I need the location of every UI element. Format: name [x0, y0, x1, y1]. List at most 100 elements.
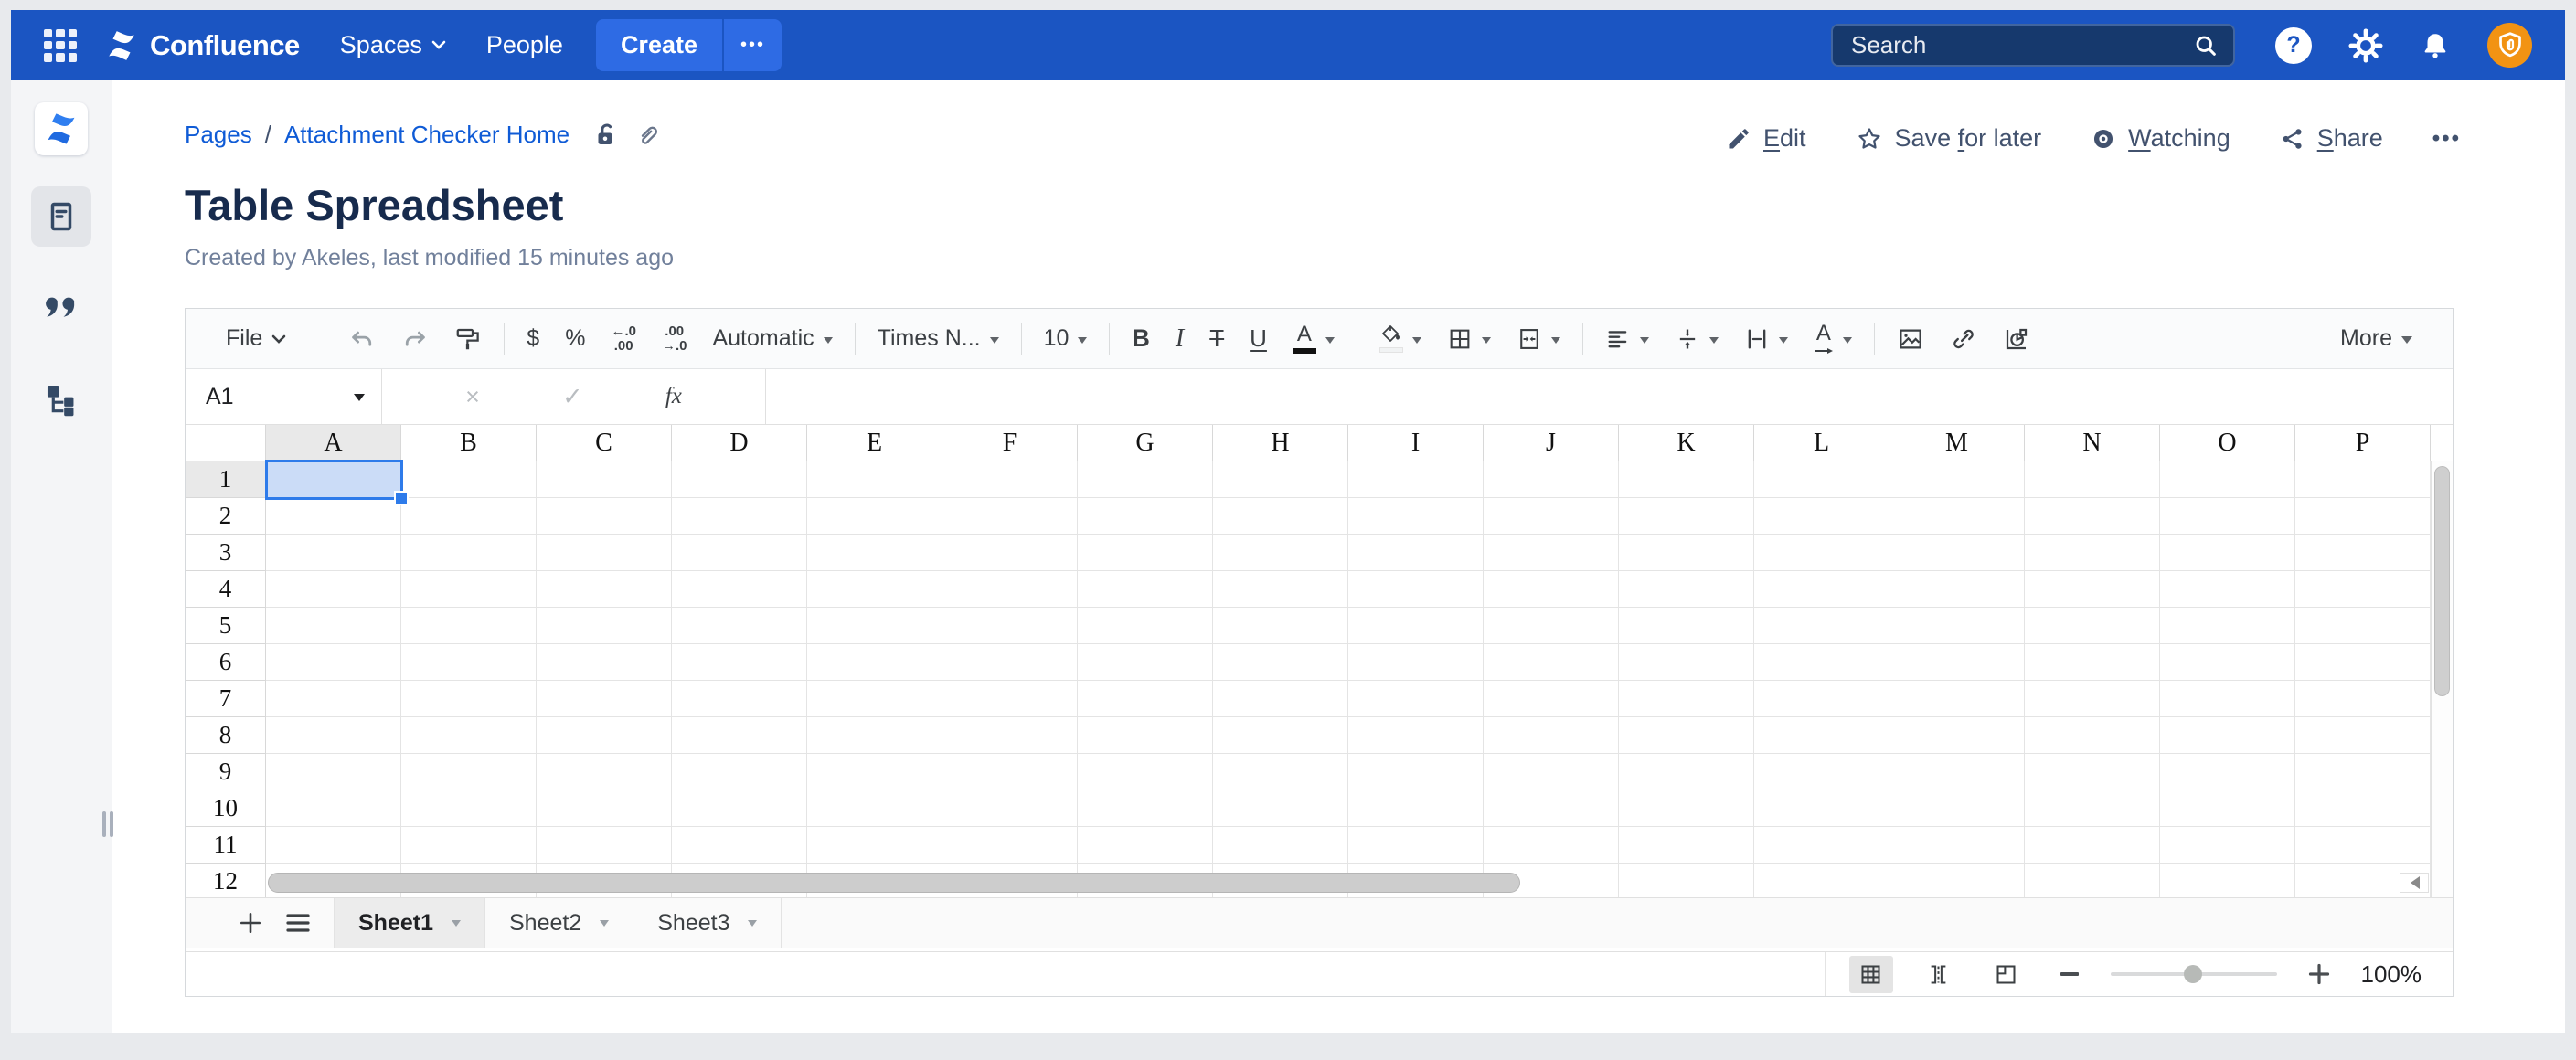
- sheet-tab-sheet2[interactable]: Sheet2: [485, 898, 633, 948]
- cell-n4[interactable]: [2025, 571, 2160, 608]
- cell-o2[interactable]: [2160, 498, 2295, 535]
- cell-f6[interactable]: [942, 644, 1078, 681]
- cell-a11[interactable]: [266, 827, 401, 864]
- column-header-j[interactable]: J: [1484, 425, 1619, 461]
- cell-m10[interactable]: [1889, 790, 2025, 827]
- font-size-dropdown[interactable]: 10: [1031, 317, 1101, 361]
- cell-m1[interactable]: [1889, 461, 2025, 498]
- cell-i11[interactable]: [1348, 827, 1484, 864]
- search-input[interactable]: [1851, 31, 2182, 59]
- space-logo[interactable]: [35, 102, 88, 155]
- cell-d4[interactable]: [672, 571, 807, 608]
- cell-i7[interactable]: [1348, 681, 1484, 717]
- cell-p5[interactable]: [2295, 608, 2431, 644]
- column-header-m[interactable]: M: [1889, 425, 2025, 461]
- zoom-in-button[interactable]: [2308, 963, 2330, 985]
- cell-e8[interactable]: [807, 717, 942, 754]
- cell-m3[interactable]: [1889, 535, 2025, 571]
- cell-g9[interactable]: [1078, 754, 1213, 790]
- cell-n8[interactable]: [2025, 717, 2160, 754]
- cell-e11[interactable]: [807, 827, 942, 864]
- column-header-f[interactable]: F: [942, 425, 1078, 461]
- selected-cell-a1[interactable]: [265, 460, 403, 500]
- cell-b9[interactable]: [401, 754, 537, 790]
- undo-button[interactable]: [335, 317, 389, 361]
- cell-d9[interactable]: [672, 754, 807, 790]
- cell-f2[interactable]: [942, 498, 1078, 535]
- font-family-dropdown[interactable]: Times N...: [865, 317, 1012, 361]
- cell-m9[interactable]: [1889, 754, 2025, 790]
- sheet-tab-arrow-icon[interactable]: [452, 920, 461, 931]
- cell-j3[interactable]: [1484, 535, 1619, 571]
- cell-e2[interactable]: [807, 498, 942, 535]
- cell-c4[interactable]: [537, 571, 672, 608]
- cell-g1[interactable]: [1078, 461, 1213, 498]
- add-sheet-button[interactable]: [239, 911, 262, 935]
- cell-h1[interactable]: [1213, 461, 1348, 498]
- cell-p6[interactable]: [2295, 644, 2431, 681]
- formula-input[interactable]: [766, 369, 2453, 424]
- cell-n10[interactable]: [2025, 790, 2160, 827]
- create-more-button[interactable]: •••: [724, 19, 782, 71]
- horizontal-align-button[interactable]: [1592, 317, 1662, 361]
- cell-d3[interactable]: [672, 535, 807, 571]
- cell-h11[interactable]: [1213, 827, 1348, 864]
- search-icon[interactable]: [2193, 33, 2219, 58]
- cell-c1[interactable]: [537, 461, 672, 498]
- cell-h2[interactable]: [1213, 498, 1348, 535]
- cell-e5[interactable]: [807, 608, 942, 644]
- cell-o1[interactable]: [2160, 461, 2295, 498]
- cell-d1[interactable]: [672, 461, 807, 498]
- cell-o3[interactable]: [2160, 535, 2295, 571]
- cell-m7[interactable]: [1889, 681, 2025, 717]
- help-icon[interactable]: ?: [2275, 27, 2312, 64]
- cancel-edit-icon[interactable]: ×: [465, 383, 480, 411]
- cell-k8[interactable]: [1619, 717, 1754, 754]
- column-header-l[interactable]: L: [1754, 425, 1889, 461]
- column-header-o[interactable]: O: [2160, 425, 2295, 461]
- cell-o10[interactable]: [2160, 790, 2295, 827]
- cell-f1[interactable]: [942, 461, 1078, 498]
- sidebar-item-page-tree[interactable]: [31, 369, 91, 429]
- cell-m6[interactable]: [1889, 644, 2025, 681]
- cell-j6[interactable]: [1484, 644, 1619, 681]
- cell-j9[interactable]: [1484, 754, 1619, 790]
- cell-i6[interactable]: [1348, 644, 1484, 681]
- cell-b2[interactable]: [401, 498, 537, 535]
- cell-a4[interactable]: [266, 571, 401, 608]
- cell-k9[interactable]: [1619, 754, 1754, 790]
- confluence-logo[interactable]: Confluence: [104, 28, 300, 63]
- column-header-g[interactable]: G: [1078, 425, 1213, 461]
- column-header-c[interactable]: C: [537, 425, 672, 461]
- cell-p4[interactable]: [2295, 571, 2431, 608]
- cell-k2[interactable]: [1619, 498, 1754, 535]
- cell-j1[interactable]: [1484, 461, 1619, 498]
- zoom-slider-thumb[interactable]: [2184, 965, 2202, 983]
- row-header-4[interactable]: 4: [186, 571, 266, 608]
- cell-m8[interactable]: [1889, 717, 2025, 754]
- cell-p9[interactable]: [2295, 754, 2431, 790]
- cell-a3[interactable]: [266, 535, 401, 571]
- cell-h10[interactable]: [1213, 790, 1348, 827]
- sidebar-resize-handle[interactable]: [102, 811, 115, 837]
- create-button[interactable]: Create: [596, 19, 722, 71]
- row-header-7[interactable]: 7: [186, 681, 266, 717]
- cell-a10[interactable]: [266, 790, 401, 827]
- cell-j11[interactable]: [1484, 827, 1619, 864]
- italic-button[interactable]: I: [1163, 317, 1197, 361]
- cell-p3[interactable]: [2295, 535, 2431, 571]
- cell-k1[interactable]: [1619, 461, 1754, 498]
- cell-n7[interactable]: [2025, 681, 2160, 717]
- cell-n9[interactable]: [2025, 754, 2160, 790]
- scroll-left-button[interactable]: [2400, 873, 2429, 893]
- row-header-1[interactable]: 1: [186, 461, 266, 498]
- cell-k7[interactable]: [1619, 681, 1754, 717]
- cell-g8[interactable]: [1078, 717, 1213, 754]
- cell-i10[interactable]: [1348, 790, 1484, 827]
- cell-l10[interactable]: [1754, 790, 1889, 827]
- insert-image-button[interactable]: [1884, 317, 1937, 361]
- cell-m4[interactable]: [1889, 571, 2025, 608]
- page-break-view-button[interactable]: [1917, 956, 1961, 993]
- cell-g2[interactable]: [1078, 498, 1213, 535]
- column-header-b[interactable]: B: [401, 425, 537, 461]
